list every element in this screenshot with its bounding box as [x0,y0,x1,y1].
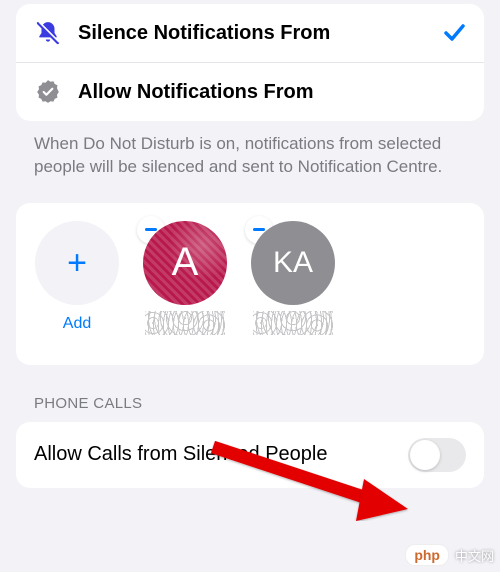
watermark-badge: php [405,544,449,566]
watermark: php 中文网 [405,544,494,566]
avatar-item[interactable]: A [142,221,228,335]
watermark-text: 中文网 [455,546,494,565]
avatar-circle: KA [251,221,335,305]
silence-label: Silence Notifications From [78,22,438,45]
add-person-button[interactable]: + Add [34,221,120,333]
allow-option-row[interactable]: Allow Notifications From [16,62,484,121]
notification-mode-card: Silence Notifications From Allow Notific… [16,4,484,121]
checkmark-icon [438,21,466,45]
avatar-name-redacted [253,311,333,335]
section-header-phone-calls: PHONE CALLS [16,365,484,422]
seal-check-icon [34,79,62,105]
people-card: + Add A KA [16,203,484,365]
silence-option-row[interactable]: Silence Notifications From [16,4,484,62]
avatar-name-redacted [145,311,225,335]
allow-calls-label: Allow Calls from Silenced People [34,442,408,467]
avatar-circle: A [143,221,227,305]
allow-calls-toggle[interactable] [408,438,466,472]
avatar-initials: A [172,240,199,285]
add-label: Add [63,315,91,333]
toggle-knob [410,440,440,470]
avatar-item[interactable]: KA [250,221,336,335]
description-text: When Do Not Disturb is on, notifications… [16,121,484,199]
allow-label: Allow Notifications From [78,81,466,104]
avatar-initials: KA [273,246,313,280]
plus-icon: + [67,246,87,280]
allow-calls-row: Allow Calls from Silenced People [16,422,484,488]
bell-slash-icon [34,20,62,46]
add-circle-icon: + [35,221,119,305]
